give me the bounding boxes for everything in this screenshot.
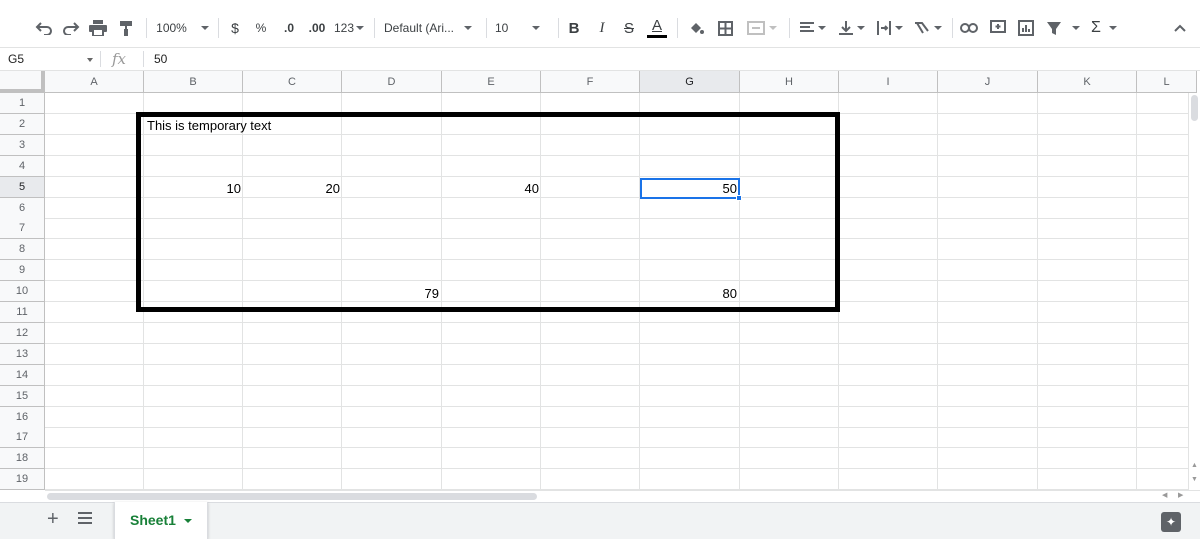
active-cell-outline (640, 178, 740, 199)
redo-icon[interactable] (59, 14, 83, 42)
font-family-select[interactable]: Default (Ari... (384, 14, 479, 42)
zoom-select[interactable]: 100% (155, 14, 210, 42)
grid-row-line (45, 384, 1190, 386)
column-header-B[interactable]: B (144, 71, 243, 93)
grid-row-line (45, 342, 1190, 344)
insert-link-icon[interactable] (958, 14, 980, 42)
horizontal-scroll-thumb[interactable] (47, 493, 537, 500)
more-formats-button[interactable]: 123 (332, 14, 366, 42)
column-header-G[interactable]: G (640, 71, 740, 93)
grid-column-line (937, 93, 938, 490)
formula-input[interactable]: 50 (154, 52, 167, 66)
text-wrapping-icon[interactable] (874, 14, 906, 42)
scroll-up-icon[interactable]: ▲ (1191, 462, 1198, 470)
insert-comment-icon[interactable] (987, 14, 1009, 42)
row-header-12[interactable]: 12 (0, 322, 45, 344)
grid-column-line (1136, 93, 1137, 490)
grid-row-line (45, 447, 1190, 449)
row-header-11[interactable]: 11 (0, 302, 45, 323)
italic-button[interactable]: I (594, 14, 610, 42)
column-header-L[interactable]: L (1137, 71, 1197, 93)
font-size-select[interactable]: 10 (495, 14, 551, 42)
column-header-I[interactable]: I (839, 71, 938, 93)
fill-color-icon[interactable] (686, 14, 706, 42)
column-header-A[interactable]: A (45, 71, 144, 93)
grid-row-line (45, 322, 1190, 323)
scroll-right-icon[interactable]: ▶ (1178, 492, 1183, 500)
grid-row-line (45, 405, 1190, 407)
currency-button[interactable]: $ (226, 14, 244, 42)
row-header-17[interactable]: 17 (0, 427, 45, 449)
column-header-K[interactable]: K (1038, 71, 1137, 93)
text-rotation-icon[interactable] (912, 14, 944, 42)
borders-icon[interactable] (715, 14, 735, 42)
row-header-5[interactable]: 5 (0, 176, 45, 198)
row-header-18[interactable]: 18 (0, 448, 45, 470)
paint-format-icon[interactable] (114, 14, 138, 42)
vertical-scrollbar[interactable] (1188, 93, 1200, 490)
horizontal-align-icon[interactable] (798, 14, 828, 42)
add-sheet-icon[interactable]: + (47, 507, 59, 531)
column-header-H[interactable]: H (740, 71, 839, 93)
select-all-corner[interactable] (0, 71, 45, 93)
print-icon[interactable] (86, 14, 110, 42)
grid-row-line (45, 363, 1190, 365)
row-header-9[interactable]: 9 (0, 260, 45, 282)
grid-column-line (1037, 93, 1038, 490)
row-header-6[interactable]: 6 (0, 197, 45, 219)
row-header-2[interactable]: 2 (0, 113, 45, 135)
vertical-scroll-thumb[interactable] (1191, 95, 1198, 121)
name-box[interactable]: G5 (0, 48, 100, 70)
row-header-19[interactable]: 19 (0, 469, 45, 491)
explore-icon[interactable]: ✦ (1161, 512, 1181, 532)
row-header-13[interactable]: 13 (0, 343, 45, 365)
percent-button[interactable]: % (252, 14, 270, 42)
grid-row-line (45, 468, 1190, 470)
vertical-align-icon[interactable] (837, 14, 867, 42)
row-header-15[interactable]: 15 (0, 385, 45, 407)
undo-icon[interactable] (32, 14, 56, 42)
column-header-C[interactable]: C (243, 71, 342, 93)
fx-icon: fx (112, 50, 127, 68)
sheet-tab-menu-icon[interactable] (183, 519, 192, 524)
all-sheets-icon[interactable] (78, 512, 92, 527)
grid-row-line (45, 426, 1190, 428)
fill-handle[interactable] (736, 195, 742, 201)
row-header-8[interactable]: 8 (0, 239, 45, 261)
text-color-swatch (647, 35, 667, 38)
increase-decimal-button[interactable]: .00 (305, 14, 329, 42)
merge-cells-icon[interactable] (744, 14, 780, 42)
row-header-14[interactable]: 14 (0, 364, 45, 386)
formula-bar: G5 fx 50 (0, 47, 1200, 71)
column-header-D[interactable]: D (342, 71, 442, 93)
column-header-E[interactable]: E (442, 71, 541, 93)
row-header-10[interactable]: 10 (0, 281, 45, 303)
font-family-value: Default (Ari... (384, 21, 455, 35)
font-size-value: 10 (495, 21, 509, 35)
decrease-decimal-button[interactable]: .0 (278, 14, 300, 42)
scroll-down-icon[interactable]: ▼ (1191, 476, 1198, 484)
row-header-4[interactable]: 4 (0, 155, 45, 177)
zoom-value: 100% (156, 21, 187, 35)
bold-button[interactable]: B (566, 14, 582, 42)
row-header-16[interactable]: 16 (0, 406, 45, 428)
functions-button[interactable]: Σ (1089, 14, 1119, 42)
name-box-dropdown-icon[interactable] (87, 58, 93, 62)
filter-icon[interactable] (1043, 14, 1083, 42)
collapse-toolbar-icon[interactable] (1170, 14, 1190, 42)
toolbar: 100% $ % .0 .00 123 Default (Ari... 10 B… (0, 0, 1200, 47)
sheet-tab-label: Sheet1 (130, 512, 176, 528)
row-header-1[interactable]: 1 (0, 93, 45, 114)
row-header-7[interactable]: 7 (0, 218, 45, 240)
thick-border-box (136, 112, 840, 312)
column-header-F[interactable]: F (541, 71, 640, 93)
scroll-left-icon[interactable]: ◀ (1162, 492, 1167, 500)
column-header-J[interactable]: J (938, 71, 1038, 93)
text-color-button[interactable]: A (647, 14, 667, 42)
row-header-3[interactable]: 3 (0, 134, 45, 156)
sheet-tab-sheet1[interactable]: Sheet1 (114, 502, 208, 539)
strikethrough-button[interactable]: S (621, 14, 637, 42)
insert-chart-icon[interactable] (1015, 14, 1037, 42)
